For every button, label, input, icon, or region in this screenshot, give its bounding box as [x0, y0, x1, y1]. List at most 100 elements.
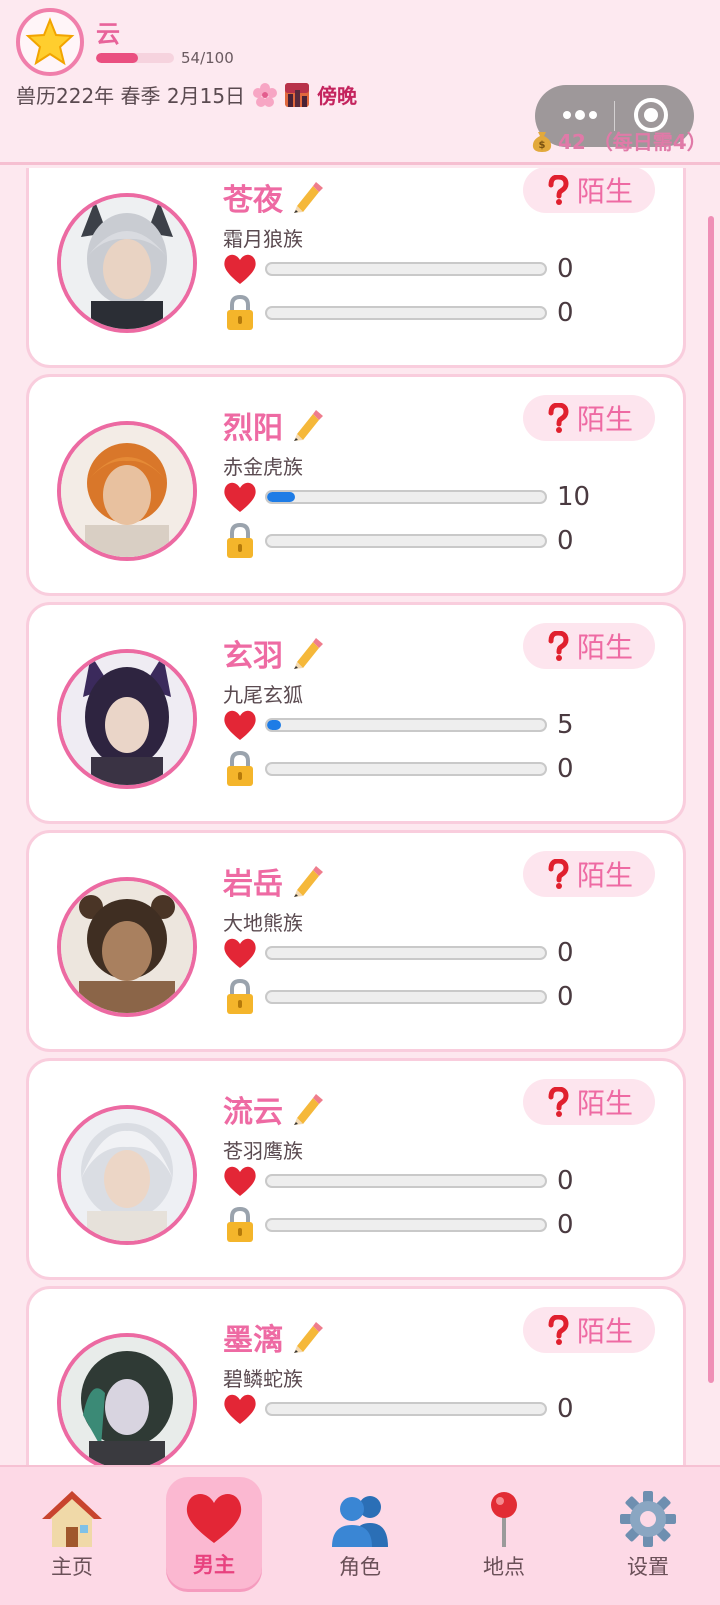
svg-text:$: $ — [539, 140, 546, 151]
affection-bar — [265, 718, 547, 732]
heart-icon — [224, 710, 256, 740]
nav-male-leads[interactable]: 男主 — [166, 1477, 262, 1589]
character-card[interactable]: 墨漓 碧鳞蛇族 0 陌生 — [26, 1286, 686, 1465]
xp-text: 54/100 — [181, 49, 234, 67]
nav-label: 地点 — [483, 1555, 525, 1579]
affection-bar — [265, 1402, 547, 1416]
pencil-icon[interactable] — [291, 408, 325, 442]
character-portrait — [57, 1105, 197, 1245]
character-tribe: 九尾玄狐 — [223, 683, 303, 707]
calendar-line: 兽历222年 春季 2月15日 傍晚 — [16, 80, 357, 109]
status-text: 陌生 — [576, 859, 633, 892]
character-card[interactable]: 岩岳 大地熊族 0 0 陌生 — [26, 830, 686, 1052]
character-tribe: 苍羽鹰族 — [223, 1139, 303, 1163]
affection-row: 0 — [221, 249, 574, 289]
affection-row: 10 — [221, 477, 590, 517]
relationship-status-pill[interactable]: 陌生 — [523, 623, 655, 669]
nav-settings[interactable]: 设置 — [600, 1485, 696, 1585]
player-avatar[interactable] — [16, 8, 84, 76]
question-mark-icon — [548, 403, 569, 433]
affection-value: 10 — [557, 482, 591, 512]
money-bag-icon: $ — [532, 131, 552, 152]
status-text: 陌生 — [576, 631, 633, 664]
pencil-icon[interactable] — [291, 1320, 325, 1354]
nav-label: 设置 — [627, 1555, 669, 1579]
character-portrait — [57, 1333, 197, 1465]
character-list[interactable]: 苍夜 霜月狼族 0 0 陌生 烈阳 赤金虎族 10 0 陌生 玄羽 九尾玄狐 5… — [0, 168, 720, 1465]
scrollbar[interactable] — [708, 216, 714, 1383]
star-icon — [25, 17, 75, 66]
character-name-text: 苍夜 — [223, 183, 283, 218]
status-text: 陌生 — [576, 403, 633, 436]
heart-icon — [224, 482, 256, 512]
character-tribe: 大地熊族 — [223, 911, 303, 935]
affection-value: 0 — [557, 938, 574, 968]
pencil-icon[interactable] — [291, 1092, 325, 1126]
relationship-status-pill[interactable]: 陌生 — [523, 1079, 655, 1125]
coin-balance: $ 42 （每日需4） — [530, 126, 707, 155]
affection-row: 0 — [221, 1161, 574, 1201]
question-mark-icon — [548, 859, 569, 889]
character-card[interactable]: 流云 苍羽鹰族 0 0 陌生 — [26, 1058, 686, 1280]
character-card[interactable]: 烈阳 赤金虎族 10 0 陌生 — [26, 374, 686, 596]
time-of-day: 傍晚 — [317, 84, 358, 108]
relationship-status-pill[interactable]: 陌生 — [523, 851, 655, 897]
heart-icon — [224, 938, 256, 968]
relationship-status-pill[interactable]: 陌生 — [523, 168, 655, 213]
nav-characters[interactable]: 角色 — [312, 1485, 408, 1585]
status-text: 陌生 — [576, 1087, 633, 1120]
trust-value: 0 — [557, 1210, 574, 1240]
character-card[interactable]: 玄羽 九尾玄狐 5 0 陌生 — [26, 602, 686, 824]
relationship-status-pill[interactable]: 陌生 — [523, 395, 655, 441]
character-portrait — [57, 421, 197, 561]
trust-bar — [265, 990, 547, 1004]
character-card[interactable]: 苍夜 霜月狼族 0 0 陌生 — [26, 168, 686, 368]
relationship-status-pill[interactable]: 陌生 — [523, 1307, 655, 1353]
affection-value: 5 — [557, 710, 574, 740]
lock-icon — [227, 978, 253, 1014]
character-portrait — [57, 649, 197, 789]
character-name: 苍夜 — [223, 175, 325, 219]
people-icon — [332, 1496, 388, 1547]
sunset-city-icon — [285, 82, 310, 107]
trust-bar — [265, 306, 547, 320]
affection-bar — [265, 946, 547, 960]
heart-icon — [224, 254, 256, 284]
trust-bar — [265, 762, 547, 776]
xp-bar — [96, 53, 174, 63]
lock-icon — [227, 294, 253, 330]
affection-bar-fill — [267, 720, 281, 730]
bottom-nav: 主页 男主 角色 地点 设置 — [0, 1465, 720, 1605]
calendar-date: 兽历222年 春季 2月15日 — [16, 84, 246, 108]
question-mark-icon — [548, 1315, 569, 1345]
character-name: 墨漓 — [223, 1315, 325, 1359]
trust-row: 0 — [221, 293, 574, 333]
trust-bar — [265, 534, 547, 548]
affection-value: 0 — [557, 1394, 574, 1424]
question-mark-icon — [548, 175, 569, 205]
pencil-icon[interactable] — [291, 180, 325, 214]
character-tribe: 赤金虎族 — [223, 455, 303, 479]
nav-label: 角色 — [339, 1555, 381, 1579]
house-icon — [42, 1491, 102, 1547]
lock-icon — [227, 1206, 253, 1242]
character-name-text: 流云 — [223, 1095, 283, 1130]
heart-icon — [224, 1394, 256, 1424]
pencil-icon[interactable] — [291, 636, 325, 670]
character-name: 岩岳 — [223, 859, 325, 903]
character-name-text: 岩岳 — [223, 867, 283, 902]
pencil-icon[interactable] — [291, 864, 325, 898]
nav-locations[interactable]: 地点 — [456, 1485, 552, 1585]
trust-value: 0 — [557, 982, 574, 1012]
xp-bar-fill — [96, 53, 139, 63]
affection-value: 0 — [557, 254, 574, 284]
affection-bar — [265, 490, 547, 504]
trust-row: 0 — [221, 1205, 574, 1245]
status-text: 陌生 — [576, 175, 633, 208]
character-name: 玄羽 — [223, 631, 325, 675]
affection-bar-fill — [267, 492, 295, 502]
nav-home[interactable]: 主页 — [24, 1485, 120, 1585]
affection-bar — [265, 262, 547, 276]
character-tribe: 碧鳞蛇族 — [223, 1367, 303, 1391]
pin-icon — [491, 1492, 517, 1547]
